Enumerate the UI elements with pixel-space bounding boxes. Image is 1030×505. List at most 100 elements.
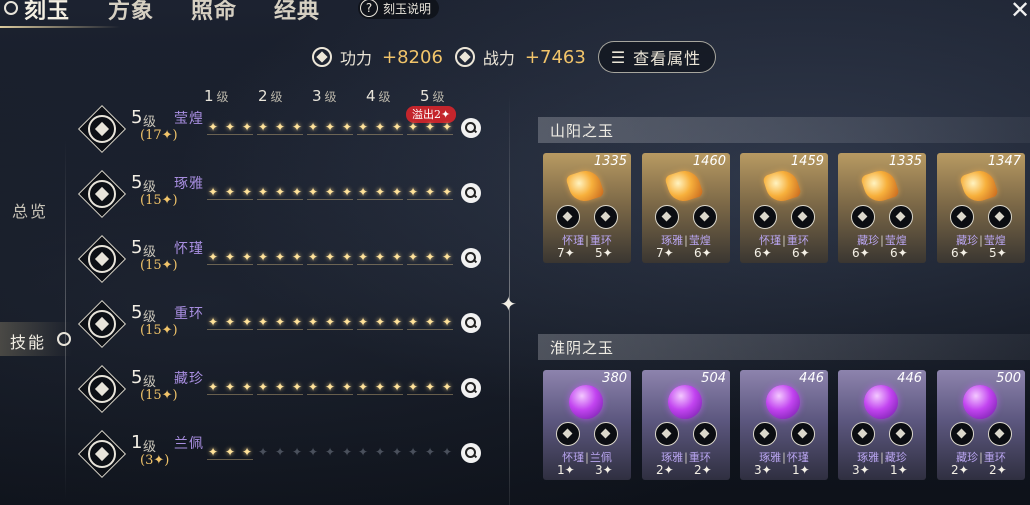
jade-card[interactable]: 446 琢雅|怀瑾 3✦ 1✦ — [740, 370, 828, 480]
level-header-3: 3级 — [312, 87, 337, 105]
jade-card[interactable]: 1347 藏珍|莹煌 6✦ 5✦ — [937, 153, 1025, 263]
level-pip-group: ✦ ✦ ✦ — [307, 120, 353, 134]
level-pip-group: ✦ ✦ ✦ — [307, 315, 353, 329]
skill-badge-icon — [594, 205, 618, 229]
jade-score: 380 — [602, 371, 627, 386]
close-icon[interactable]: ✕ — [1010, 0, 1030, 24]
pip-underline — [307, 134, 353, 135]
skill-level: 5 — [131, 237, 143, 258]
top-bar: 刻玉 方象 照命 经典 ? 刻玉说明 ✕ — [0, 0, 1030, 28]
star-pip-icon: ✦ — [407, 185, 419, 199]
jade-card[interactable]: 1335 怀瑾|重环 7✦ 5✦ — [543, 153, 631, 263]
star-pip-icon: ✦ — [341, 445, 353, 459]
nav-overview[interactable]: 总览 — [12, 198, 48, 222]
skill-name: 莹煌 — [174, 111, 204, 127]
name-separator: | — [585, 451, 589, 464]
star-pip-icon: ✦ — [407, 315, 419, 329]
star-pip-icon: ✦ — [274, 445, 286, 459]
level-pip-group: ✦ ✦ ✦ — [407, 185, 453, 199]
tab-jingdian[interactable]: 经典 — [274, 0, 320, 25]
jade-score: 446 — [799, 371, 824, 386]
star-pip-icon: ✦ — [341, 250, 353, 264]
jade-card[interactable]: 1460 琢雅|莹煌 7✦ 6✦ — [642, 153, 730, 263]
magnifier-icon[interactable] — [461, 248, 481, 268]
tab-zhaoming[interactable]: 照命 — [191, 0, 237, 25]
skill-row[interactable]: 5 级藏珍 (15✦) ✦ ✦ ✦ ✦ ✦ ✦ ✦ ✦ ✦ ✦ ✦ ✦ ✦ ✦ ✦ — [77, 364, 498, 421]
level-pip-group: ✦ ✦ ✦ — [307, 250, 353, 264]
star-pip-icon: ✦ — [407, 120, 419, 134]
skill-row[interactable]: 5 级琢雅 (15✦) ✦ ✦ ✦ ✦ ✦ ✦ ✦ ✦ ✦ ✦ ✦ ✦ ✦ ✦ ✦ — [77, 169, 498, 226]
divider-star-icon: ✦ — [500, 292, 517, 316]
skill-level: 1 — [131, 432, 143, 453]
skill-row[interactable]: 5 级莹煌 (17✦) ✦ ✦ ✦ ✦ ✦ ✦ ✦ ✦ ✦ ✦ ✦ ✦ ✦ ✦ ✦ — [77, 104, 498, 161]
star-pip-icon: ✦ — [224, 250, 236, 264]
star-pip-icon: ✦ — [324, 185, 336, 199]
view-attributes-label: 查看属性 — [633, 49, 702, 68]
name-separator: | — [979, 234, 983, 247]
magnifier-icon[interactable] — [461, 313, 481, 333]
magnifier-icon[interactable] — [461, 378, 481, 398]
level-pip-group: ✦ ✦ ✦ — [207, 445, 253, 459]
jade-card[interactable]: 380 怀瑾|兰佩 1✦ 3✦ — [543, 370, 631, 480]
star-pip-icon: ✦ — [324, 380, 336, 394]
pip-underline — [207, 459, 253, 460]
level-pip-group: ✦ ✦ ✦ — [257, 315, 303, 329]
name-separator: | — [684, 234, 688, 247]
level-pip-group: ✦ ✦ ✦ — [407, 315, 453, 329]
skill-badge-icon — [753, 205, 777, 229]
skill-badge-icon — [556, 205, 580, 229]
view-attributes-button[interactable]: ☰ 查看属性 — [597, 41, 717, 73]
magnifier-icon[interactable] — [461, 443, 481, 463]
magnifier-icon[interactable] — [461, 183, 481, 203]
star-pip-icon: ✦ — [207, 250, 219, 264]
skill-name: 怀瑾 — [174, 241, 204, 257]
star-pip-icon: ✦ — [357, 120, 369, 134]
level-pip-group: ✦ ✦ ✦ — [207, 315, 253, 329]
star-pip-icon: ✦ — [407, 250, 419, 264]
skill-badge-icon — [851, 205, 875, 229]
pip-underline — [357, 264, 403, 265]
skill-badge-icon — [693, 422, 717, 446]
star-pip-icon: ✦ — [241, 185, 253, 199]
nav-skills[interactable]: 技能 — [10, 329, 46, 353]
skill-badge-icon — [791, 205, 815, 229]
pip-underline — [407, 199, 453, 200]
level-pip-group: ✦ ✦ ✦ — [257, 120, 303, 134]
jade-card[interactable]: 504 琢雅|重环 2✦ 2✦ — [642, 370, 730, 480]
star-pip-icon: ✦ — [291, 120, 303, 134]
skill-row[interactable]: 5 级怀瑾 (15✦) ✦ ✦ ✦ ✦ ✦ ✦ ✦ ✦ ✦ ✦ ✦ ✦ ✦ ✦ ✦ — [77, 234, 498, 291]
jade-card[interactable]: 446 琢雅|藏珍 3✦ 1✦ — [838, 370, 926, 480]
gold-gem-icon — [762, 166, 802, 206]
jade-card[interactable]: 1459 怀瑾|重环 6✦ 6✦ — [740, 153, 828, 263]
tab-keyu[interactable]: 刻玉 — [24, 0, 70, 25]
purple-gem-icon — [766, 385, 800, 419]
jade-card[interactable]: 500 藏珍|重环 2✦ 2✦ — [937, 370, 1025, 480]
star-pip-icon: ✦ — [407, 445, 419, 459]
star-pip-icon: ✦ — [257, 380, 269, 394]
skill-row[interactable]: 5 级重环 (15✦) ✦ ✦ ✦ ✦ ✦ ✦ ✦ ✦ ✦ ✦ ✦ ✦ ✦ ✦ ✦ — [77, 299, 498, 356]
star-pip-icon: ✦ — [257, 120, 269, 134]
star-pip-icon: ✦ — [357, 250, 369, 264]
star-pip-icon: ✦ — [441, 250, 453, 264]
star-pip-icon: ✦ — [207, 120, 219, 134]
star-pip-icon: ✦ — [424, 315, 436, 329]
magnifier-icon[interactable] — [461, 118, 481, 138]
skill-badge-icon — [655, 422, 679, 446]
help-button[interactable]: ? 刻玉说明 — [358, 0, 440, 19]
skill-name: 兰佩 — [174, 436, 204, 452]
star-pip-icon: ✦ — [224, 380, 236, 394]
jade-card[interactable]: 1335 藏珍|莹煌 6✦ 6✦ — [838, 153, 926, 263]
gongli-icon — [312, 47, 332, 67]
yinghuang-icon — [77, 104, 127, 154]
jade-score: 500 — [996, 371, 1021, 386]
level-pip-group: ✦ ✦ ✦ — [357, 185, 403, 199]
jade-skill-value: 6✦ — [694, 246, 712, 260]
star-pip-icon: ✦ — [291, 315, 303, 329]
skill-points: (15✦) — [140, 388, 178, 403]
star-pip-icon: ✦ — [274, 315, 286, 329]
cangzhen-icon — [77, 364, 127, 414]
tab-fangxiang[interactable]: 方象 — [108, 0, 154, 25]
skill-row[interactable]: 1 级兰佩 (3✦) ✦ ✦ ✦ ✦ ✦ ✦ ✦ ✦ ✦ ✦ ✦ ✦ ✦ ✦ ✦ — [77, 429, 498, 486]
star-pip-icon: ✦ — [257, 315, 269, 329]
name-separator: | — [782, 451, 786, 464]
